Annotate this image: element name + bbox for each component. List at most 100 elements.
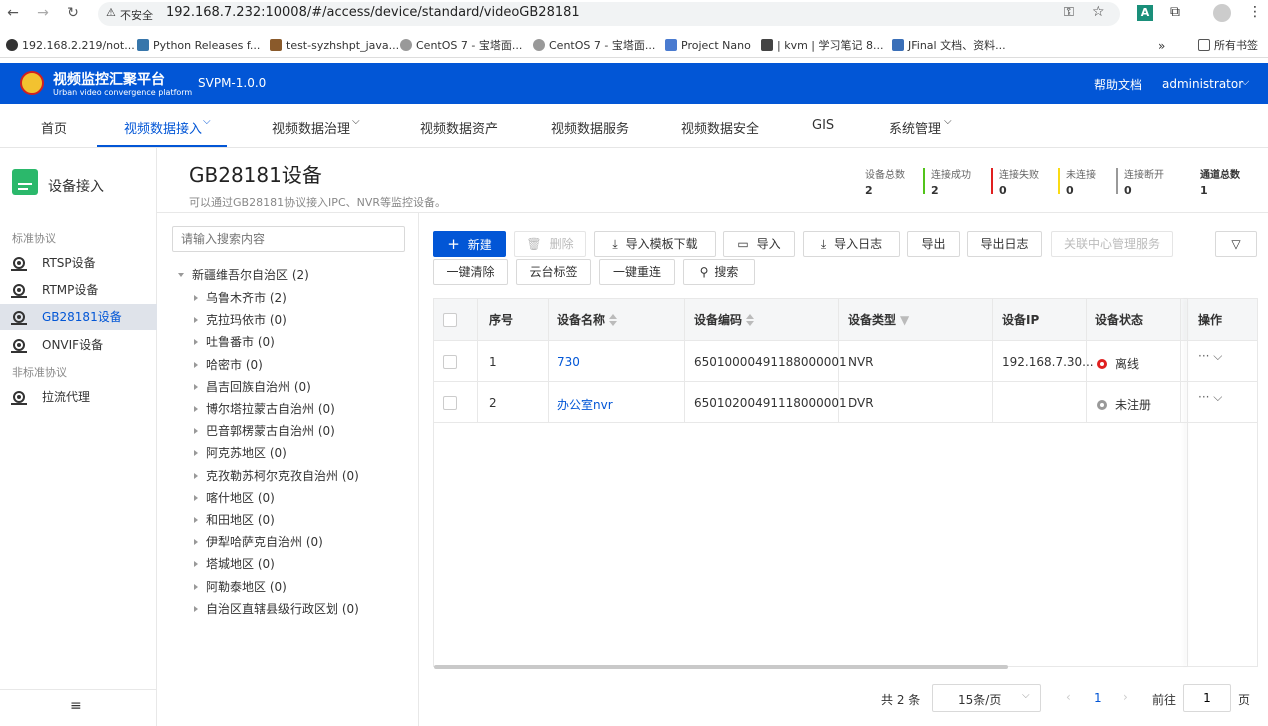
caret-right-icon <box>194 561 198 568</box>
sidebar-item-rtsp[interactable]: RTSP设备 <box>0 250 157 276</box>
import-log-button[interactable]: ⤓ 导入日志 <box>803 231 900 257</box>
extension-icon[interactable]: A <box>1137 5 1153 21</box>
template-download-button[interactable]: ⤓ 导入模板下载 <box>594 231 716 257</box>
prev-page-icon[interactable]: ‹ <box>1066 690 1071 704</box>
offline-status-icon <box>1097 359 1107 369</box>
forward-icon[interactable]: → <box>34 4 52 22</box>
nav-system[interactable]: 系统管理 <box>889 118 941 137</box>
tree-node[interactable]: 自治区直辖县级行政区划 (0) <box>194 600 359 617</box>
new-button[interactable]: + 新建 <box>433 231 506 257</box>
tree-node[interactable]: 巴音郭楞蒙古自治州 (0) <box>194 422 335 439</box>
sidebar-item-pull-proxy[interactable]: 拉流代理 <box>0 384 157 410</box>
header-code[interactable]: 设备编码 <box>694 299 755 341</box>
tree-search-input[interactable] <box>172 226 405 252</box>
tree-node[interactable]: 乌鲁木齐市 (2) <box>194 289 287 306</box>
bookmark-item[interactable]: Python Releases f... <box>137 38 260 54</box>
security-label: 不安全 <box>120 9 153 22</box>
tree-node[interactable]: 哈密市 (0) <box>194 356 263 373</box>
bookmark-item[interactable]: | kvm | 学习笔记 8... <box>761 38 883 54</box>
cell-device-name[interactable]: 办公室nvr <box>557 396 613 413</box>
tree-node[interactable]: 阿克苏地区 (0) <box>194 444 287 461</box>
delete-button[interactable]: 🗑 删除 <box>514 231 586 257</box>
sidebar-item-rtmp[interactable]: RTMP设备 <box>0 277 157 303</box>
tree-node[interactable]: 和田地区 (0) <box>194 511 275 528</box>
tree-node[interactable]: 克拉玛依市 (0) <box>194 311 287 328</box>
key-icon[interactable]: ⚿ <box>1064 5 1074 20</box>
next-page-icon[interactable]: › <box>1123 690 1128 704</box>
header-name[interactable]: 设备名称 <box>557 299 618 341</box>
stat-connected: 连接成功 2 <box>923 166 971 198</box>
download-icon: ⤓ <box>612 237 618 251</box>
row-more-icon[interactable]: ··· ⌵ <box>1198 390 1222 405</box>
bookmark-item[interactable]: test-syzhshpt_java... <box>270 38 399 54</box>
ptz-tag-button[interactable]: 云台标签 <box>516 259 591 285</box>
tree-node[interactable]: 昌吉回族自治州 (0) <box>194 378 311 395</box>
tree-node[interactable]: 伊犁哈萨克自治州 (0) <box>194 533 323 550</box>
address-bar[interactable]: ⚠ 不安全 192.168.7.232:10008/#/access/devic… <box>98 2 1120 26</box>
nav-data-security[interactable]: 视频数据安全 <box>681 118 759 137</box>
folder-icon <box>1198 39 1210 51</box>
chevron-down-icon[interactable]: ⌵ <box>1241 75 1249 89</box>
goto-page-input[interactable] <box>1183 684 1231 712</box>
sort-icon[interactable] <box>609 314 618 326</box>
tree-node[interactable]: 阿勒泰地区 (0) <box>194 578 287 595</box>
tree-root[interactable]: 新疆维吾尔自治区 (2) <box>178 266 309 283</box>
bookmark-item[interactable]: 192.168.2.219/not... <box>6 38 135 54</box>
nav-data-governance[interactable]: 视频数据治理 <box>272 118 350 137</box>
tree-node[interactable]: 克孜勒苏柯尔克孜自治州 (0) <box>194 467 359 484</box>
tree-node[interactable]: 喀什地区 (0) <box>194 489 275 506</box>
puzzle-icon[interactable]: ⧉ <box>1170 4 1180 20</box>
stat-not-connected: 未连接 0 <box>1058 166 1096 198</box>
profile-icon[interactable] <box>1213 4 1231 22</box>
all-bookmarks[interactable]: 所有书签 <box>1198 38 1258 54</box>
collapse-menu-icon[interactable]: ≡ <box>70 698 82 714</box>
emblem-logo <box>20 71 44 95</box>
import-button[interactable]: ▭ 导入 <box>723 231 795 257</box>
bookmark-item[interactable]: JFinal 文档、资料... <box>892 38 1006 54</box>
cell-code: 65010000491188000001 <box>694 355 847 369</box>
export-log-button[interactable]: 导出日志 <box>967 231 1042 257</box>
star-icon[interactable]: ☆ <box>1092 4 1105 20</box>
row-checkbox[interactable] <box>443 355 457 369</box>
row-more-icon[interactable]: ··· ⌵ <box>1198 349 1222 364</box>
chevron-down-icon: ⌵ <box>1022 690 1030 701</box>
tree-node[interactable]: 吐鲁番市 (0) <box>194 333 275 350</box>
plus-icon: + <box>447 235 460 253</box>
row-checkbox[interactable] <box>443 396 457 410</box>
menu-icon[interactable]: ⋮ <box>1248 4 1262 20</box>
page-size-select[interactable]: 15条/页 ⌵ <box>932 684 1041 712</box>
page-number[interactable]: 1 <box>1094 691 1102 705</box>
nav-data-service[interactable]: 视频数据服务 <box>551 118 629 137</box>
filter-icon[interactable]: ▽ <box>1215 231 1257 257</box>
nav-gis[interactable]: GIS <box>812 118 834 133</box>
sidebar-item-gb28181[interactable]: GB28181设备 <box>0 304 157 330</box>
link-center-button[interactable]: 关联中心管理服务 <box>1051 231 1173 257</box>
search-button[interactable]: ⚲ 搜索 <box>683 259 755 285</box>
tree-node[interactable]: 塔城地区 (0) <box>194 555 275 572</box>
sort-icon[interactable] <box>746 314 755 326</box>
user-menu[interactable]: administrator <box>1162 77 1243 91</box>
export-button[interactable]: 导出 <box>907 231 960 257</box>
tree-node[interactable]: 博尔塔拉蒙古自治州 (0) <box>194 400 335 417</box>
caret-right-icon <box>194 428 198 435</box>
cell-device-name[interactable]: 730 <box>557 355 580 369</box>
horizontal-scrollbar[interactable] <box>434 665 1008 669</box>
reload-icon[interactable]: ↻ <box>64 4 82 22</box>
clear-all-button[interactable]: 一键清除 <box>433 259 508 285</box>
back-icon[interactable]: ← <box>4 4 22 22</box>
nav-data-access[interactable]: 视频数据接入 <box>124 118 202 137</box>
sidebar-item-onvif[interactable]: ONVIF设备 <box>0 332 157 358</box>
header-type[interactable]: 设备类型 ▼ <box>848 299 910 341</box>
bookmark-item[interactable]: Project Nano <box>665 38 751 54</box>
bookmark-item[interactable]: CentOS 7 - 宝塔面... <box>400 38 522 54</box>
nav-data-assets[interactable]: 视频数据资产 <box>420 118 498 137</box>
page-title: GB28181设备 <box>189 163 322 187</box>
reconnect-all-button[interactable]: 一键重连 <box>599 259 675 285</box>
bookmark-item[interactable]: CentOS 7 - 宝塔面... <box>533 38 655 54</box>
select-all-checkbox[interactable] <box>443 313 457 327</box>
filter-icon[interactable]: ▼ <box>900 313 909 327</box>
help-link[interactable]: 帮助文档 <box>1094 76 1142 93</box>
nav-home[interactable]: 首页 <box>41 118 67 137</box>
group-nonstandard: 非标准协议 <box>12 366 67 379</box>
more-bookmarks-icon[interactable]: » <box>1158 38 1165 54</box>
